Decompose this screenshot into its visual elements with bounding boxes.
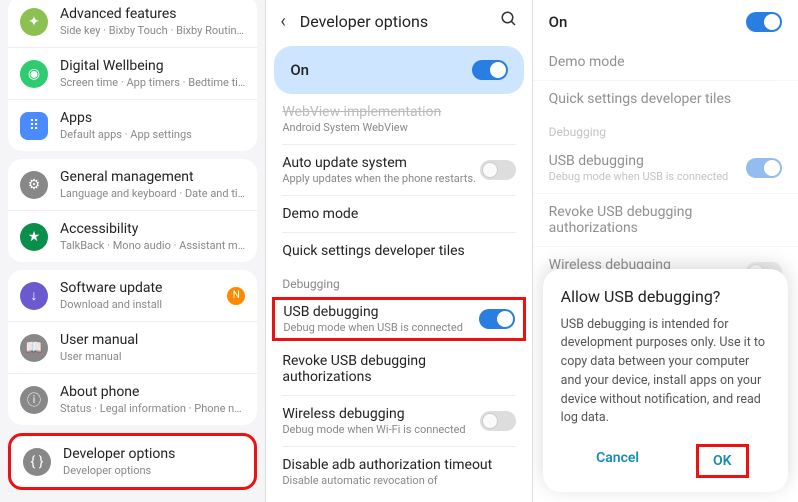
- advanced-icon: ✦: [20, 8, 48, 36]
- on-label: On: [290, 61, 471, 79]
- master-toggle-row[interactable]: On: [533, 0, 798, 44]
- item-sub: Screen time · App timers · Bedtime time: [60, 76, 245, 89]
- item-sub: TalkBack · Mono audio · Assistant menu: [60, 239, 245, 252]
- settings-item-accessibility[interactable]: ★ Accessibility TalkBack · Mono audio · …: [8, 210, 257, 262]
- row-title: Auto update system: [282, 155, 479, 171]
- developer-icon: { }: [23, 448, 51, 476]
- auto-update-toggle[interactable]: [480, 160, 516, 180]
- software-icon: ↓: [20, 282, 48, 310]
- item-title: About phone: [60, 384, 245, 400]
- row-sub: Apply updates when the phone restarts.: [282, 172, 479, 185]
- item-sub: User manual: [60, 350, 245, 363]
- usb-debugging-dialog: Allow USB debugging? USB debugging is in…: [543, 269, 788, 493]
- row-sub: Debug mode when USB is connected: [283, 321, 478, 334]
- webview-row[interactable]: WebView implementation Android System We…: [266, 98, 531, 144]
- settings-item-manual[interactable]: 📖 User manual User manual: [8, 321, 257, 373]
- settings-item-apps[interactable]: ⠿ Apps Default apps · App settings: [8, 99, 257, 151]
- row-sub: Debug mode when Wi-Fi is connected: [282, 423, 479, 436]
- revoke-row[interactable]: Revoke USB debugging authorizations: [266, 343, 531, 395]
- item-sub: Download and install: [60, 298, 227, 311]
- item-title: Developer options: [63, 446, 242, 462]
- item-title: Advanced features: [60, 6, 245, 22]
- wireless-toggle[interactable]: [480, 411, 516, 431]
- on-label: On: [549, 13, 746, 31]
- search-icon[interactable]: [500, 10, 518, 32]
- row-title: WebView implementation: [282, 104, 515, 120]
- master-toggle[interactable]: [746, 12, 782, 32]
- row-sub: Android System WebView: [282, 121, 515, 134]
- item-title: Apps: [60, 110, 245, 126]
- settings-item-general[interactable]: ⚙ General management Language and keyboa…: [8, 159, 257, 210]
- usb-debugging-row: USB debugging Debug mode when USB is con…: [533, 143, 798, 193]
- debugging-category: Debugging: [266, 269, 531, 295]
- settings-item-software[interactable]: ↓ Software update Download and install N: [8, 270, 257, 321]
- row-title: Disable adb authorization timeout: [282, 457, 515, 473]
- debugging-category: Debugging: [533, 117, 798, 143]
- cancel-button[interactable]: Cancel: [582, 444, 653, 478]
- accessibility-icon: ★: [20, 223, 48, 251]
- ok-button[interactable]: OK: [696, 444, 749, 478]
- row-title: Demo mode: [282, 206, 358, 222]
- item-title: User manual: [60, 332, 245, 348]
- quick-settings-row: Quick settings developer tiles: [533, 81, 798, 117]
- auto-update-row[interactable]: Auto update system Apply updates when th…: [266, 145, 531, 195]
- master-toggle[interactable]: [472, 60, 508, 80]
- row-title: Revoke USB debugging authorizations: [549, 204, 782, 236]
- item-sub: Default apps · App settings: [60, 128, 245, 141]
- settings-item-about[interactable]: ⓘ About phone Status · Legal information…: [8, 373, 257, 425]
- revoke-row: Revoke USB debugging authorizations: [533, 194, 798, 246]
- header: ‹ Developer options: [266, 0, 531, 42]
- row-title: Revoke USB debugging authorizations: [282, 353, 515, 385]
- page-title: Developer options: [300, 12, 500, 31]
- item-sub: Side key · Bixby Touch · Bixby Routines: [60, 24, 245, 37]
- quick-settings-row[interactable]: Quick settings developer tiles: [266, 233, 531, 269]
- update-badge: N: [227, 287, 245, 305]
- settings-item-wellbeing[interactable]: ◉ Digital Wellbeing Screen time · App ti…: [8, 47, 257, 99]
- item-title: Digital Wellbeing: [60, 58, 245, 74]
- row-title: Quick settings developer tiles: [282, 243, 464, 259]
- row-title: USB debugging: [549, 153, 746, 169]
- row-title: Quick settings developer tiles: [549, 91, 731, 107]
- general-icon: ⚙: [20, 171, 48, 199]
- settings-item-developer[interactable]: { } Developer options Developer options: [8, 433, 257, 490]
- item-title: General management: [60, 169, 245, 185]
- item-sub: Status · Legal information · Phone name: [60, 402, 245, 415]
- settings-screen: ✦ Advanced features Side key · Bixby Tou…: [0, 0, 266, 502]
- usb-debugging-toggle: [746, 158, 782, 178]
- row-title: Demo mode: [549, 54, 625, 70]
- settings-item-advanced[interactable]: ✦ Advanced features Side key · Bixby Tou…: [8, 0, 257, 47]
- master-toggle-row[interactable]: On: [274, 46, 523, 94]
- wireless-debugging-row[interactable]: Wireless debugging Debug mode when Wi-Fi…: [266, 396, 531, 446]
- row-title: Wireless debugging: [282, 406, 479, 422]
- about-icon: ⓘ: [20, 386, 48, 414]
- demo-mode-row: Demo mode: [533, 44, 798, 80]
- row-sub: Disable automatic revocation of: [282, 474, 515, 487]
- item-title: Accessibility: [60, 221, 245, 237]
- item-sub: Developer options: [63, 464, 242, 477]
- demo-mode-row[interactable]: Demo mode: [266, 196, 531, 232]
- row-title: USB debugging: [283, 304, 478, 320]
- wellbeing-icon: ◉: [20, 60, 48, 88]
- dialog-body: USB debugging is intended for developmen…: [561, 316, 770, 429]
- apps-icon: ⠿: [20, 112, 48, 140]
- usb-debugging-toggle[interactable]: [479, 309, 515, 329]
- back-icon[interactable]: ‹: [280, 11, 285, 32]
- developer-options-screen: ‹ Developer options On WebView implement…: [266, 0, 532, 502]
- row-sub: Debug mode when USB is connected: [549, 170, 746, 183]
- item-sub: Language and keyboard · Date and time: [60, 187, 245, 200]
- adb-timeout-row[interactable]: Disable adb authorization timeout Disabl…: [266, 447, 531, 497]
- item-title: Software update: [60, 280, 227, 296]
- manual-icon: 📖: [20, 334, 48, 362]
- dialog-title: Allow USB debugging?: [561, 287, 770, 306]
- usb-debugging-row[interactable]: USB debugging Debug mode when USB is con…: [272, 297, 525, 341]
- dialog-screen: On Demo mode Quick settings developer ti…: [533, 0, 798, 502]
